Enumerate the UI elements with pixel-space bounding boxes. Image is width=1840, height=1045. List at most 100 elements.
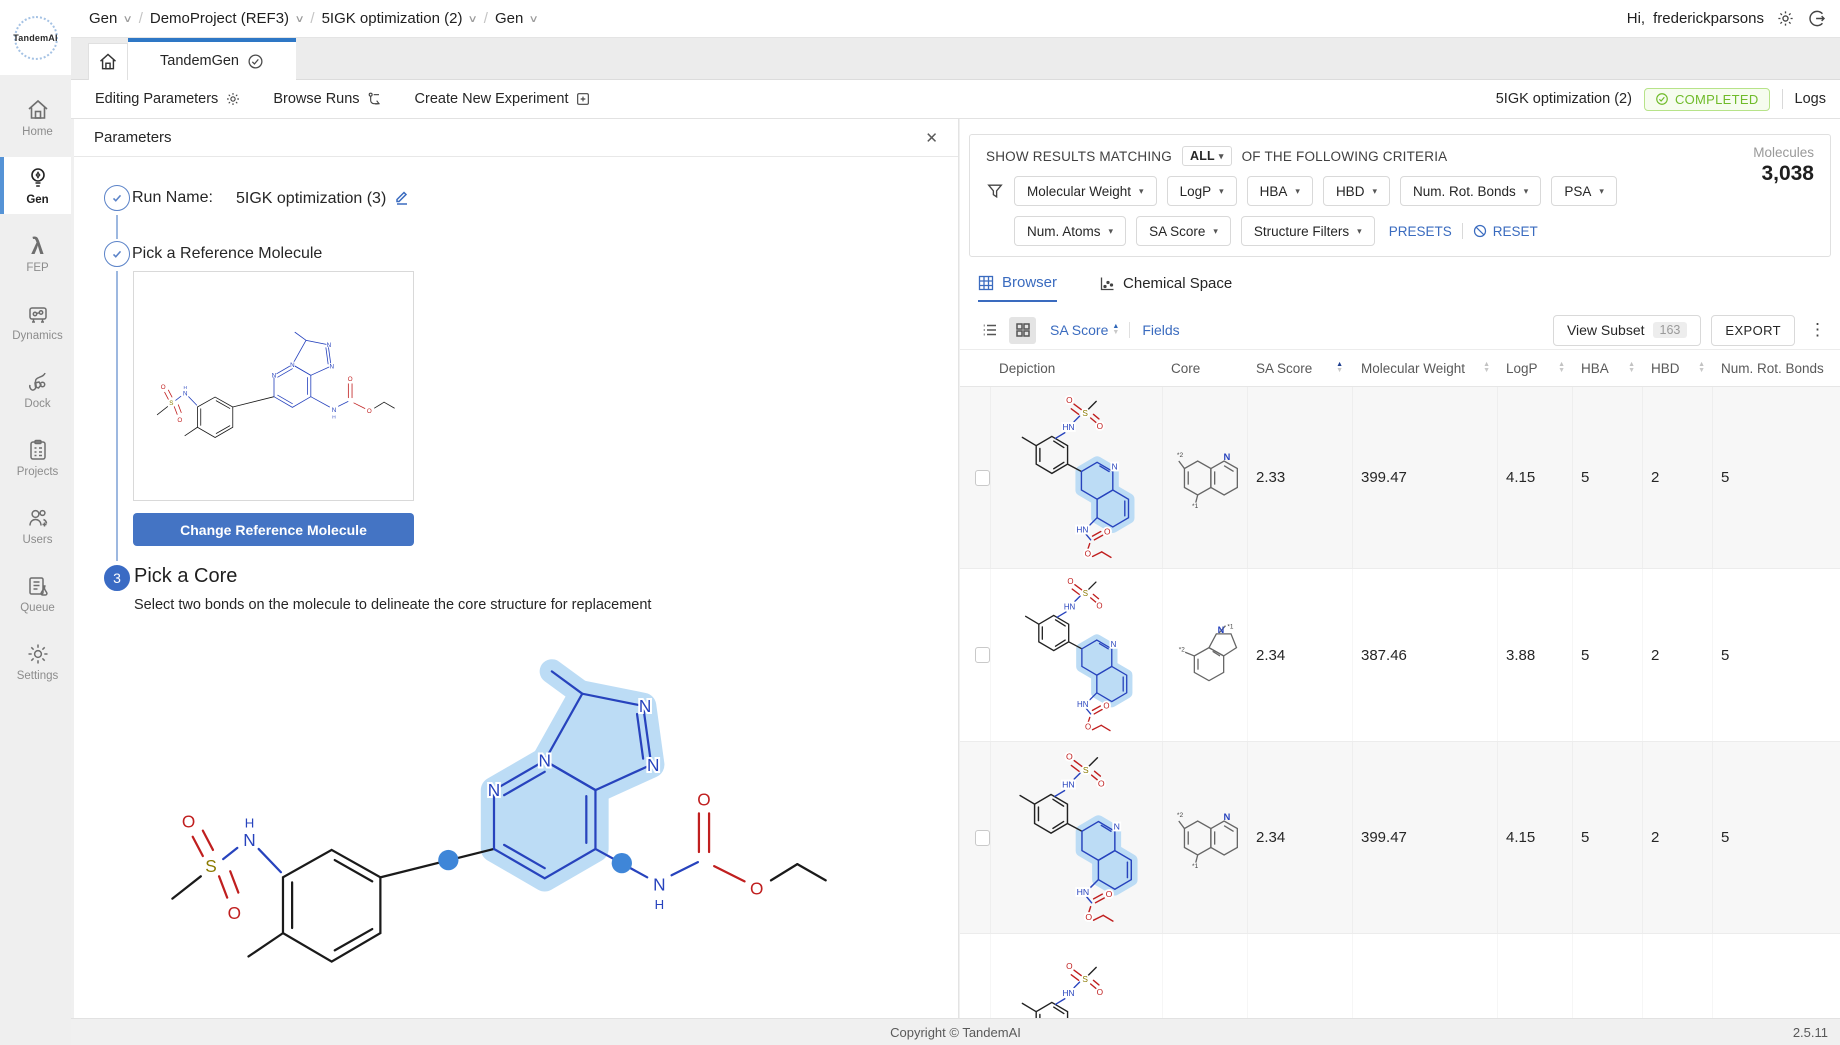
sort-arrows-icon: ▲▼ xyxy=(1698,362,1705,374)
sa-score-value: 2.34 xyxy=(1248,742,1353,933)
sidebar-item-projects[interactable]: Projects xyxy=(0,429,71,486)
header-core[interactable]: Core xyxy=(1163,350,1248,386)
table-row[interactable]: 2.34 387.46 3.88 5 2 5 xyxy=(960,569,1840,742)
tab-home[interactable] xyxy=(88,43,128,80)
caret-down-icon: ▾ xyxy=(1139,186,1144,197)
row-checkbox[interactable] xyxy=(975,470,990,486)
hbd-value: 2 xyxy=(1643,742,1713,933)
core-depiction xyxy=(1163,742,1248,933)
header-hbd[interactable]: HBD ▲▼ xyxy=(1643,350,1713,386)
table-row[interactable]: 2.33 399.47 4.15 5 2 5 xyxy=(960,387,1840,569)
sidebar-item-dock[interactable]: Dock xyxy=(0,361,71,418)
header-hba[interactable]: HBA ▲▼ xyxy=(1573,350,1643,386)
logs-button[interactable]: Logs xyxy=(1795,91,1826,107)
header-depiction[interactable]: Depiction xyxy=(991,350,1163,386)
step-connector xyxy=(116,215,118,239)
footer: Copyright © TandemAI 2.5.11 xyxy=(71,1018,1840,1045)
sidebar-item-gen[interactable]: Gen xyxy=(0,157,71,214)
filter-chip-hba[interactable]: HBA▾ xyxy=(1247,176,1313,206)
breadcrumb-item[interactable]: 5IGK optimization (2) xyxy=(322,10,463,27)
sidebar-item-users[interactable]: Users xyxy=(0,497,71,554)
sidebar-item-fep[interactable]: λ FEP xyxy=(0,225,71,282)
grid-view-button[interactable] xyxy=(1009,317,1036,344)
sidebar-item-home[interactable]: Home xyxy=(0,89,71,146)
header-select xyxy=(960,350,991,386)
tab-tandemgen[interactable]: TandemGen xyxy=(128,38,296,80)
change-reference-molecule-button[interactable]: Change Reference Molecule xyxy=(133,513,414,546)
hba-value: 5 xyxy=(1573,934,1643,1018)
filter-chip-psa[interactable]: PSA▾ xyxy=(1551,176,1617,206)
sort-arrows-icon: ▲▼ xyxy=(1112,324,1119,336)
filter-chip-sa-score[interactable]: SA Score▾ xyxy=(1136,216,1231,246)
export-button[interactable]: EXPORT xyxy=(1711,315,1795,346)
chevron-down-icon[interactable]: ∨ xyxy=(529,14,539,25)
username[interactable]: frederickparsons xyxy=(1653,10,1764,27)
divider xyxy=(1782,89,1783,109)
row-checkbox[interactable] xyxy=(975,830,990,846)
step3-description: Select two bonds on the molecule to deli… xyxy=(134,597,651,613)
gear-icon xyxy=(225,91,241,107)
table-row[interactable]: 2.34 399.47 4.15 5 2 5 xyxy=(960,934,1840,1018)
check-circle-icon xyxy=(247,53,264,70)
reset-button[interactable]: RESET xyxy=(1473,224,1538,239)
close-icon[interactable]: ✕ xyxy=(925,129,938,147)
create-new-experiment-button[interactable]: Create New Experiment xyxy=(415,91,592,107)
tab-browser[interactable]: Browser xyxy=(978,274,1057,302)
top-bar: Gen∨ / DemoProject (REF3)∨ / 5IGK optimi… xyxy=(71,0,1840,38)
filter-chip-structure-filters[interactable]: Structure Filters▾ xyxy=(1241,216,1375,246)
core-selection-canvas[interactable] xyxy=(144,657,844,982)
filter-chip-logp[interactable]: LogP▾ xyxy=(1167,176,1237,206)
sidebar-item-settings[interactable]: Settings xyxy=(0,633,71,690)
view-subset-button[interactable]: View Subset 163 xyxy=(1553,315,1701,346)
filter-chip-num-rot-bonds[interactable]: Num. Rot. Bonds▾ xyxy=(1400,176,1541,206)
caret-down-icon: ▾ xyxy=(1219,151,1224,162)
hba-value: 5 xyxy=(1573,387,1643,568)
chevron-down-icon[interactable]: ∨ xyxy=(123,14,133,25)
check-circle-icon xyxy=(1655,92,1669,106)
chevron-down-icon[interactable]: ∨ xyxy=(295,14,305,25)
step-connector xyxy=(116,271,118,561)
match-mode-select[interactable]: ALL▾ xyxy=(1182,146,1232,166)
header-logp[interactable]: LogP ▲▼ xyxy=(1498,350,1573,386)
num-rot-bonds-value: 5 xyxy=(1713,742,1840,933)
table-row[interactable]: 2.34 399.47 4.15 5 2 5 xyxy=(960,742,1840,934)
num-rot-bonds-value: 5 xyxy=(1713,387,1840,568)
sort-by-sa-score[interactable]: SA Score ▲▼ xyxy=(1050,322,1119,338)
filter-chip-num-atoms[interactable]: Num. Atoms▾ xyxy=(1014,216,1126,246)
chevron-down-icon[interactable]: ∨ xyxy=(468,14,478,25)
edit-pencil-icon[interactable] xyxy=(394,189,410,210)
sidebar-item-dynamics[interactable]: Dynamics xyxy=(0,293,71,350)
molecule-depiction xyxy=(991,569,1163,741)
user-settings-gear-icon[interactable] xyxy=(1776,9,1795,28)
editing-parameters-button[interactable]: Editing Parameters xyxy=(95,91,241,107)
filter-chip-hbd[interactable]: HBD▾ xyxy=(1323,176,1390,206)
sidebar-item-queue[interactable]: Queue xyxy=(0,565,71,622)
breadcrumb-item[interactable]: Gen xyxy=(495,10,523,27)
breadcrumb-item[interactable]: DemoProject (REF3) xyxy=(150,10,289,27)
table-controls: SA Score ▲▼ Fields View Subset 163 EXPOR… xyxy=(960,311,1840,349)
reset-slash-icon xyxy=(1473,224,1487,238)
presets-button[interactable]: PRESETS xyxy=(1389,224,1452,239)
logp-value: 4.15 xyxy=(1498,934,1573,1018)
filter-chip-molecular-weight[interactable]: Molecular Weight▾ xyxy=(1014,176,1157,206)
dynamics-board-icon xyxy=(26,302,50,326)
header-molecular-weight[interactable]: Molecular Weight ▲▼ xyxy=(1353,350,1498,386)
molecular-weight-value: 399.47 xyxy=(1353,742,1498,933)
sa-score-value: 2.34 xyxy=(1248,569,1353,741)
tab-strip: TandemGen xyxy=(71,38,1840,80)
grid-icon xyxy=(1015,322,1031,338)
row-checkbox[interactable] xyxy=(975,647,990,663)
browse-runs-button[interactable]: Browse Runs xyxy=(273,91,382,107)
reference-molecule-image xyxy=(147,325,401,447)
copyright-text: Copyright © TandemAI xyxy=(890,1025,1021,1040)
list-view-button[interactable] xyxy=(976,317,1003,344)
parameters-panel: Parameters ✕ Run Name: 5IGK optimization… xyxy=(74,119,959,1018)
breadcrumb-item[interactable]: Gen xyxy=(89,10,117,27)
logout-icon[interactable] xyxy=(1807,9,1826,28)
fields-button[interactable]: Fields xyxy=(1142,322,1179,338)
header-num-rot-bonds[interactable]: Num. Rot. Bonds xyxy=(1713,350,1840,386)
header-sa-score[interactable]: SA Score ▲▼ xyxy=(1248,350,1353,386)
tab-chemical-space[interactable]: Chemical Space xyxy=(1099,275,1232,301)
molecular-weight-value: 399.47 xyxy=(1353,387,1498,568)
kebab-menu-icon[interactable]: ⋮ xyxy=(1805,320,1830,340)
